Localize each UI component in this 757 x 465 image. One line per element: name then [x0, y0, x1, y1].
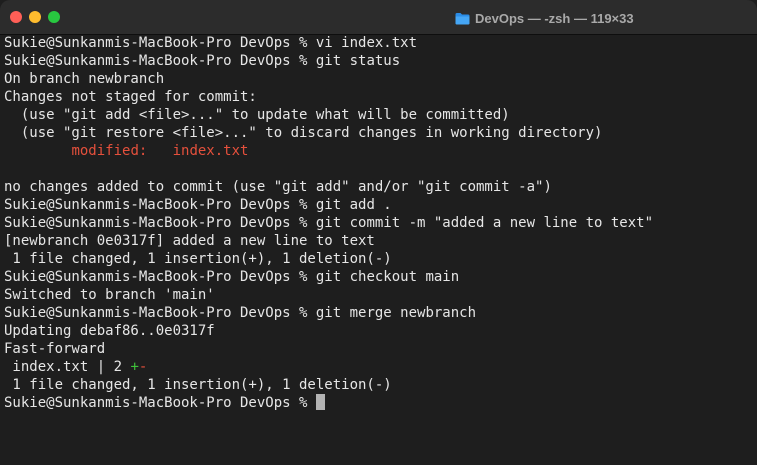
window-title-area: DevOps — -zsh — 119×33: [455, 9, 634, 27]
output-text: [newbranch 0e0317f] added a new line to …: [4, 233, 375, 249]
window-title: DevOps — -zsh — 119×33: [475, 10, 634, 26]
title-bar[interactable]: DevOps — -zsh — 119×33: [0, 0, 757, 35]
shell-prompt: Sukie@Sunkanmis-MacBook-Pro DevOps %: [4, 305, 308, 321]
command-text: git checkout main: [315, 269, 460, 285]
output-text: Fast-forward: [4, 341, 106, 357]
terminal-line: 1 file changed, 1 insertion(+), 1 deleti…: [4, 376, 757, 394]
terminal-line: Sukie@Sunkanmis-MacBook-Pro DevOps % git…: [4, 304, 757, 322]
shell-prompt: Sukie@Sunkanmis-MacBook-Pro DevOps %: [4, 35, 308, 51]
terminal-line: modified: index.txt: [4, 142, 757, 160]
terminal-line: Sukie@Sunkanmis-MacBook-Pro DevOps % git…: [4, 268, 757, 286]
shell-prompt: Sukie@Sunkanmis-MacBook-Pro DevOps %: [4, 215, 308, 231]
terminal-line: [newbranch 0e0317f] added a new line to …: [4, 232, 757, 250]
diffstat-minus: -: [138, 359, 148, 375]
terminal-window: DevOps — -zsh — 119×33 Sukie@Sunkanmis-M…: [0, 0, 757, 465]
terminal-line: 1 file changed, 1 insertion(+), 1 deleti…: [4, 250, 757, 268]
folder-icon: [455, 12, 470, 25]
output-text: no changes added to commit (use "git add…: [4, 179, 552, 195]
command-text: git merge newbranch: [315, 305, 477, 321]
diffstat-plus: +: [130, 359, 139, 375]
output-text: Switched to branch 'main': [4, 287, 215, 303]
minimize-window-button[interactable]: [29, 11, 41, 23]
terminal-line: Sukie@Sunkanmis-MacBook-Pro DevOps %: [4, 394, 757, 412]
terminal-line: Fast-forward: [4, 340, 757, 358]
text-cursor: [315, 394, 325, 410]
terminal-line: Updating debaf86..0e0317f: [4, 322, 757, 340]
output-text: (use "git restore <file>..." to discard …: [4, 125, 603, 141]
terminal-line: Switched to branch 'main': [4, 286, 757, 304]
modified-label: modified:: [71, 143, 148, 159]
output-text: 1 file changed, 1 insertion(+), 1 deleti…: [4, 377, 392, 393]
modified-file: index.txt: [172, 143, 249, 159]
terminal-line: no changes added to commit (use "git add…: [4, 178, 757, 196]
command-text: git add .: [315, 197, 392, 213]
output-text: (use "git add <file>..." to update what …: [4, 107, 510, 123]
terminal-output[interactable]: Sukie@Sunkanmis-MacBook-Pro DevOps % vi …: [0, 34, 757, 465]
terminal-line: Sukie@Sunkanmis-MacBook-Pro DevOps % git…: [4, 214, 757, 232]
terminal-line: index.txt | 2 +-: [4, 358, 757, 376]
shell-prompt: Sukie@Sunkanmis-MacBook-Pro DevOps %: [4, 269, 308, 285]
command-text: git status: [315, 53, 401, 69]
command-text: git commit -m "added a new line to text": [315, 215, 654, 231]
shell-prompt: Sukie@Sunkanmis-MacBook-Pro DevOps %: [4, 395, 308, 411]
output-text: On branch newbranch: [4, 71, 165, 87]
diffstat-file: index.txt | 2: [4, 359, 131, 375]
close-window-button[interactable]: [10, 11, 22, 23]
shell-prompt: Sukie@Sunkanmis-MacBook-Pro DevOps %: [4, 197, 308, 213]
maximize-window-button[interactable]: [48, 11, 60, 23]
terminal-line: Sukie@Sunkanmis-MacBook-Pro DevOps % git…: [4, 196, 757, 214]
terminal-line: (use "git add <file>..." to update what …: [4, 106, 757, 124]
modified-spacer: [147, 143, 172, 159]
command-text: vi index.txt: [315, 35, 418, 51]
terminal-line: Sukie@Sunkanmis-MacBook-Pro DevOps % git…: [4, 52, 757, 70]
output-text: 1 file changed, 1 insertion(+), 1 deleti…: [4, 251, 392, 267]
terminal-line: Changes not staged for commit:: [4, 88, 757, 106]
terminal-line: (use "git restore <file>..." to discard …: [4, 124, 757, 142]
output-text: Updating debaf86..0e0317f: [4, 323, 215, 339]
output-text: Changes not staged for commit:: [4, 89, 257, 105]
terminal-line: Sukie@Sunkanmis-MacBook-Pro DevOps % vi …: [4, 34, 757, 52]
terminal-line: On branch newbranch: [4, 70, 757, 88]
shell-prompt: Sukie@Sunkanmis-MacBook-Pro DevOps %: [4, 53, 308, 69]
